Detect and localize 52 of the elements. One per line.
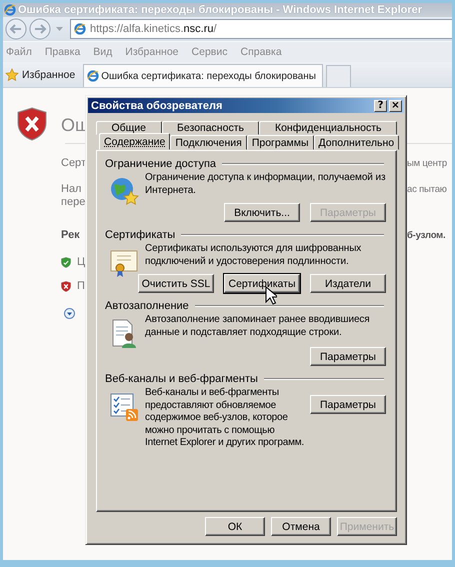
page-text: Серт <box>61 157 87 170</box>
link-text[interactable]: П <box>77 280 85 292</box>
dialog-button[interactable]: Параметры <box>310 395 386 414</box>
dialog-button[interactable]: Издатели <box>310 274 386 293</box>
error-shield-icon <box>17 107 47 141</box>
star-icon[interactable] <box>5 68 19 82</box>
error-shield-icon <box>61 280 71 292</box>
group-title: Сертификаты <box>105 229 176 241</box>
dialog-button[interactable]: Включить... <box>224 203 300 222</box>
group-description: Автозаполнение запоминает ранее вводившиеся данные и подставляет подходящие строки. <box>144 314 371 339</box>
dialog-button[interactable]: ОК <box>205 517 265 536</box>
group-description: Ограничение доступа к информации, получаемой из Интернета. <box>144 172 386 197</box>
caret-icon[interactable] <box>56 27 63 31</box>
page-text: Рек <box>61 229 81 242</box>
dialog-title: Свойства обозревателя <box>91 100 224 112</box>
tab[interactable]: Дополнительно <box>314 135 400 150</box>
globe-star-icon <box>109 176 139 208</box>
page-text: б-узлом. <box>407 229 446 242</box>
group-title: Ограничение доступа <box>105 158 216 170</box>
dialog-button[interactable]: Очистить SSL <box>138 274 214 293</box>
page-text: пере <box>61 196 86 209</box>
group-title: Веб-каналы и веб-фрагменты <box>105 373 258 385</box>
group-description: Веб-каналы и веб-фрагменты предоставляют обновляемое содержимое веб-узлов, которое можно прочитать с помощью Internet Explorer и других программ. <box>144 387 304 450</box>
browser-tab[interactable]: Ошибка сертификата: переходы блокированы <box>83 64 323 87</box>
tab[interactable]: Конфиденциальность <box>259 121 397 135</box>
page-text: Нал <box>61 183 82 196</box>
dialog-button[interactable]: Отмена <box>271 517 331 536</box>
group-description: Сертификаты используются для шифрованных подключений и удостоверения подлинности. <box>144 243 362 268</box>
dialog-button[interactable]: Параметры <box>310 347 386 366</box>
favorites-button[interactable]: Избранное <box>22 68 76 80</box>
url-text: https://alfa.kinetics.nsc.ru/ <box>90 23 217 35</box>
tab[interactable]: Безопасность <box>162 121 260 135</box>
close-button[interactable]: × <box>389 100 402 112</box>
group-title: Автозаполнение <box>105 300 189 312</box>
back-button[interactable] <box>5 18 27 40</box>
address-field[interactable]: https://alfa.kinetics.nsc.ru/ <box>70 19 452 39</box>
forward-button[interactable] <box>29 18 51 40</box>
browser-logo-icon <box>87 70 100 82</box>
page-text: ас пытаю <box>407 183 448 196</box>
tab[interactable]: Содержание <box>99 133 170 150</box>
expand-icon[interactable] <box>64 308 75 319</box>
tab[interactable]: Программы <box>246 135 314 150</box>
new-tab-button[interactable] <box>326 65 351 87</box>
browser-logo-icon <box>74 23 86 35</box>
browser-logo-icon <box>4 4 16 16</box>
link-text[interactable]: Ц <box>77 256 86 268</box>
page-text: ым центр <box>407 157 448 170</box>
checklist-feed-icon <box>109 391 139 423</box>
window-title: Ошибка сертификата: переходы блокированы - Windows Internet Explorer <box>18 4 422 16</box>
help-button[interactable]: ? <box>374 100 387 112</box>
tab[interactable]: Подключения <box>170 135 247 150</box>
check-shield-icon <box>61 256 71 268</box>
